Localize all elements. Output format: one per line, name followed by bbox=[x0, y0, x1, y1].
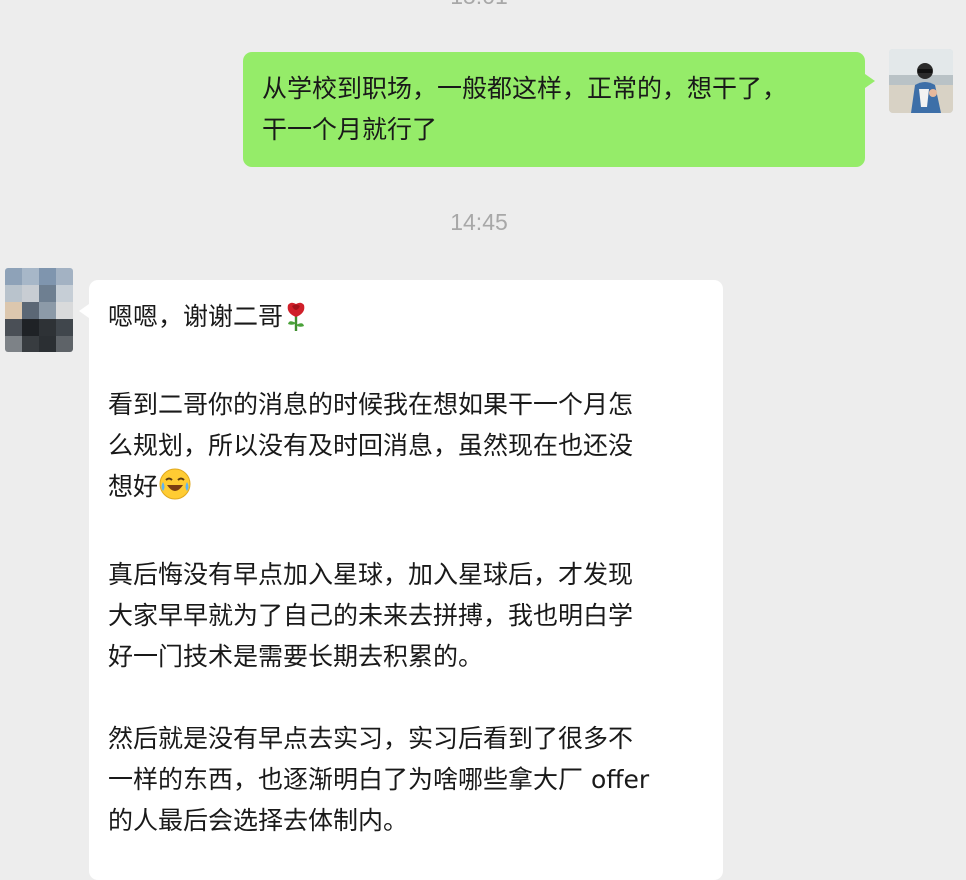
message-line: 么规划，所以没有及时回消息，虽然现在也还没 bbox=[108, 431, 634, 460]
message-paragraph: 然后就是没有早点去实习，实习后看到了很多不 一样的东西，也逐渐明白了为啥哪些拿大厂… bbox=[108, 718, 705, 841]
message-text: 嗯嗯，谢谢二哥 bbox=[108, 302, 284, 331]
person-photo-icon bbox=[889, 49, 953, 113]
message-line: 看到二哥你的消息的时候我在想如果干一个月怎 bbox=[108, 390, 634, 419]
message-paragraph: 看到二哥你的消息的时候我在想如果干一个月怎 么规划，所以没有及时回消息，虽然现在也… bbox=[108, 384, 705, 513]
self-avatar[interactable] bbox=[889, 49, 953, 113]
message-line: 然后就是没有早点去实习，实习后看到了很多不 bbox=[108, 724, 634, 753]
self-message-bubble[interactable]: 从学校到职场，一般都这样，正常的，想干了， 干一个月就行了 bbox=[243, 52, 875, 167]
rose-icon bbox=[283, 301, 309, 343]
message-line: 大家早早就为了自己的未来去拼搏，我也明白学 bbox=[108, 601, 634, 630]
message-paragraph: 真后悔没有早点加入星球，加入星球后，才发现 大家早早就为了自己的未来去拼搏，我也明… bbox=[108, 554, 705, 677]
contact-message-bubble[interactable]: 嗯嗯，谢谢二哥看到二哥你的消息的时候我在想如果干一个月怎 么规划，所以没有及时回消… bbox=[79, 280, 723, 880]
crying-laughing-icon bbox=[158, 467, 192, 513]
message-paragraph: 嗯嗯，谢谢二哥 bbox=[108, 296, 705, 343]
message-line: 一样的东西，也逐渐明白了为啥哪些拿大厂 offer bbox=[108, 765, 650, 794]
message-line: 想好 bbox=[108, 472, 159, 501]
message-line: 的人最后会选择去体制内。 bbox=[108, 806, 409, 835]
timestamp-top: 15:01 bbox=[0, 0, 958, 10]
self-message-line: 从学校到职场，一般都这样，正常的，想干了， bbox=[262, 74, 788, 103]
pixelated-avatar-icon bbox=[5, 268, 73, 352]
contact-avatar[interactable] bbox=[5, 268, 73, 352]
message-line: 好一门技术是需要长期去积累的。 bbox=[108, 642, 484, 671]
timestamp-mid: 14:45 bbox=[450, 209, 508, 235]
self-message-line: 干一个月就行了 bbox=[262, 115, 438, 144]
message-line: 真后悔没有早点加入星球，加入星球后，才发现 bbox=[108, 560, 634, 589]
